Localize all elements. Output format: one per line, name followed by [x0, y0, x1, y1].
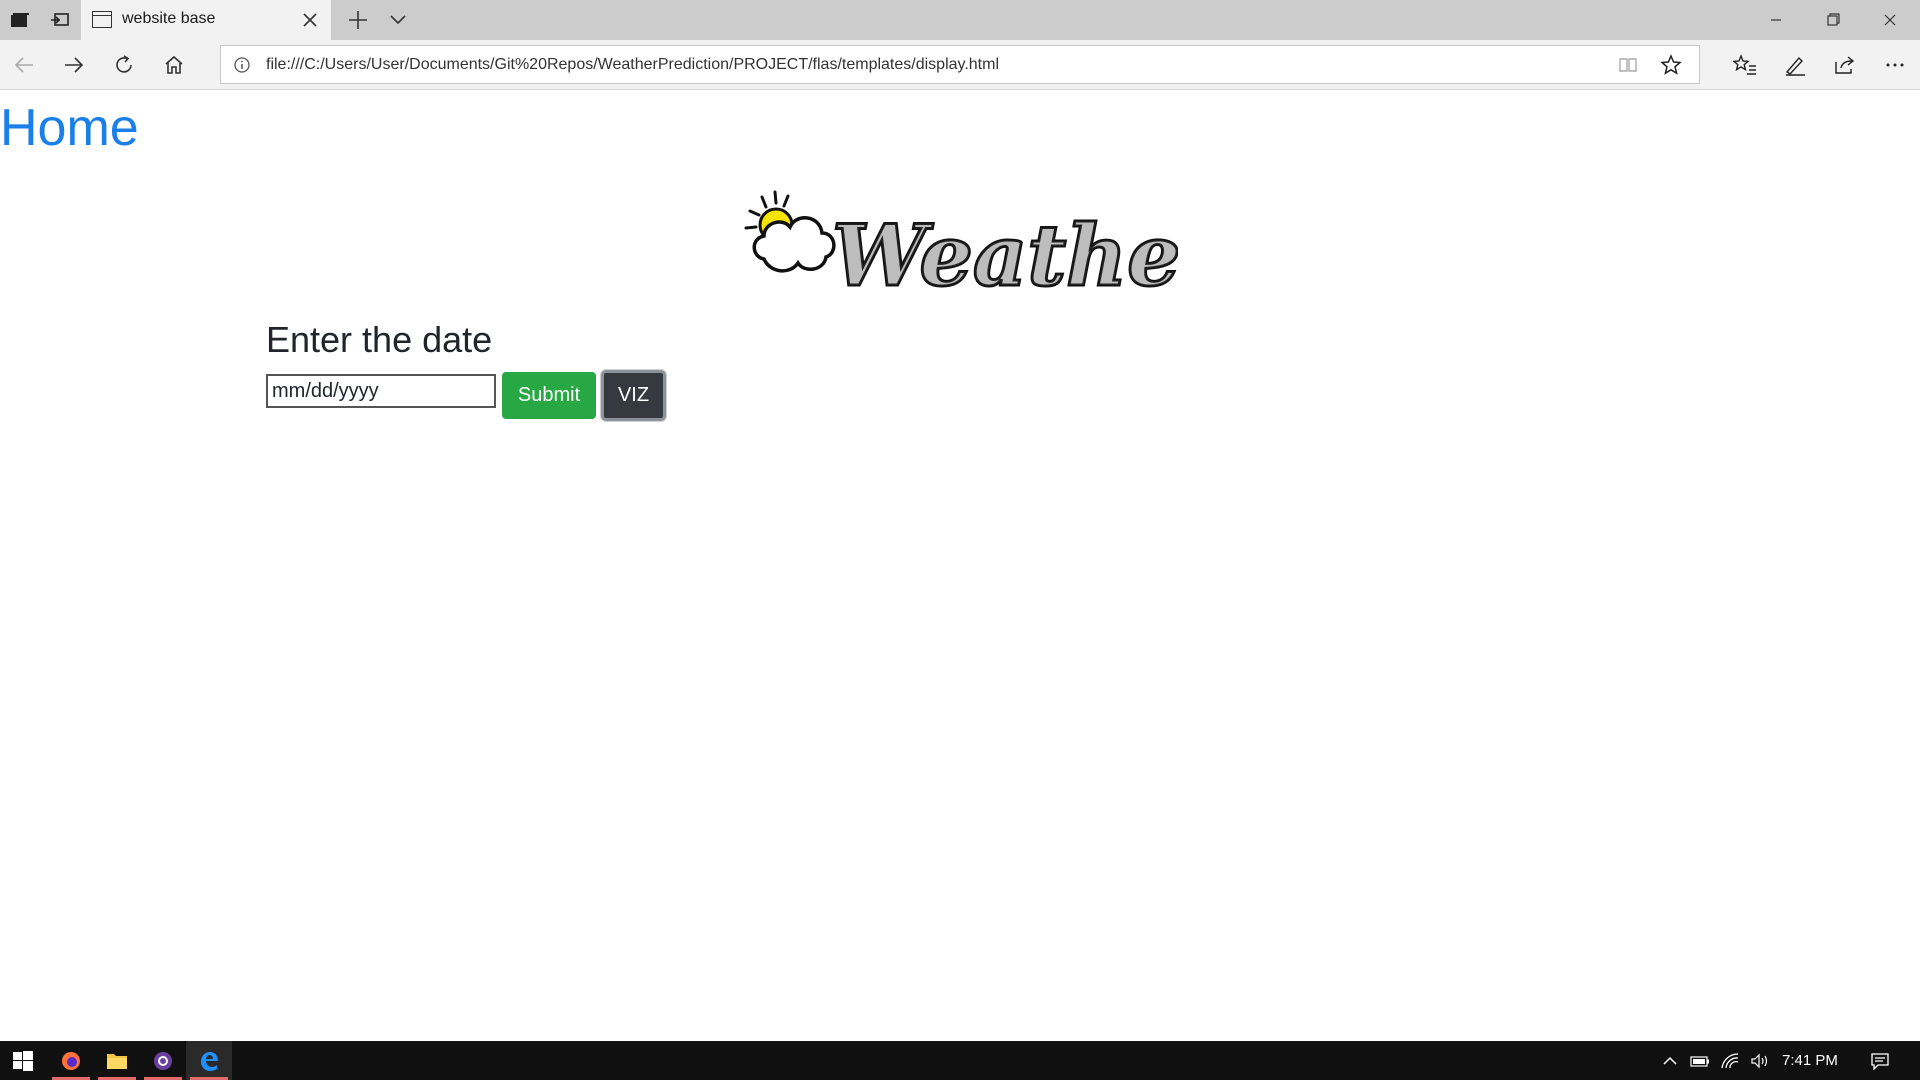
pen-icon	[1785, 56, 1805, 76]
edge-icon	[201, 1051, 218, 1071]
chevron-down-icon	[390, 15, 406, 25]
battery-indicator[interactable]	[1688, 1041, 1712, 1080]
close-icon	[303, 13, 317, 27]
weatherapp-logo: WeatherApp WeatherApp	[744, 190, 1178, 307]
reading-view-button[interactable]	[1613, 51, 1643, 79]
new-tab-button[interactable]	[338, 0, 378, 40]
browser-titlebar: website base	[0, 0, 1920, 40]
back-button[interactable]	[4, 45, 44, 85]
favorite-button[interactable]	[1656, 51, 1686, 79]
restore-icon	[1827, 13, 1840, 26]
restore-button[interactable]	[1805, 0, 1861, 40]
favorites-list-icon	[1733, 54, 1756, 75]
tabs-aside-icon	[11, 13, 29, 27]
network-indicator[interactable]	[1718, 1041, 1742, 1080]
share-button[interactable]	[1825, 45, 1865, 85]
ellipsis-icon	[1886, 63, 1904, 67]
date-prompt-heading: Enter the date	[266, 319, 493, 360]
web-note-button[interactable]	[1775, 45, 1815, 85]
tab-website-base[interactable]: website base	[81, 0, 331, 40]
start-button[interactable]	[0, 1041, 46, 1080]
windows-taskbar: 7:41 PM	[0, 1041, 1920, 1080]
wifi-icon	[1721, 1052, 1739, 1068]
url-text[interactable]: file:///C:/Users/User/Documents/Git%20Re…	[266, 56, 999, 74]
arrow-left-icon	[14, 57, 33, 73]
refresh-button[interactable]	[104, 45, 144, 85]
notification-icon	[1871, 1052, 1889, 1070]
refresh-icon	[116, 55, 132, 73]
battery-icon	[1690, 1055, 1709, 1067]
home-link[interactable]: Home	[0, 97, 139, 159]
share-icon	[1835, 56, 1855, 74]
star-icon	[1660, 54, 1682, 75]
close-window-button[interactable]	[1862, 0, 1918, 40]
tabs-restore-icon	[51, 13, 69, 26]
submit-button[interactable]: Submit	[502, 372, 596, 419]
browser-toolbar: file:///C:/Users/User/Documents/Git%20Re…	[0, 40, 1920, 90]
tab-preview-button[interactable]	[378, 0, 418, 40]
more-options-button[interactable]	[1875, 45, 1915, 85]
taskbar-media-app[interactable]	[140, 1041, 186, 1080]
taskbar-file-explorer[interactable]	[94, 1041, 140, 1080]
windows-logo-icon	[13, 1050, 33, 1071]
action-center-button[interactable]	[1864, 1041, 1896, 1080]
minimize-button[interactable]	[1748, 0, 1804, 40]
svg-text:WeatherApp: WeatherApp	[832, 206, 1178, 305]
chevron-up-icon	[1663, 1056, 1677, 1065]
tab-title: website base	[122, 10, 216, 27]
taskbar-edge[interactable]	[186, 1041, 232, 1080]
file-explorer-icon	[107, 1053, 127, 1069]
page-icon	[92, 11, 112, 28]
firefox-icon	[62, 1051, 80, 1070]
volume-indicator[interactable]	[1748, 1041, 1772, 1080]
set-aside-tabs-button[interactable]	[0, 0, 40, 40]
forward-button[interactable]	[54, 45, 94, 85]
address-bar[interactable]: file:///C:/Users/User/Documents/Git%20Re…	[220, 45, 1700, 84]
taskbar-firefox[interactable]	[48, 1041, 94, 1080]
info-icon[interactable]	[233, 56, 251, 74]
page-content: Home WeatherApp WeatherApp Enter the dat…	[0, 91, 1920, 1041]
restore-tabs-button[interactable]	[40, 0, 80, 40]
arrow-right-icon	[65, 57, 84, 73]
home-button[interactable]	[154, 45, 194, 85]
favorites-hub-button[interactable]	[1725, 45, 1765, 85]
show-hidden-icons-button[interactable]	[1658, 1041, 1682, 1080]
date-input[interactable]	[266, 374, 496, 408]
viz-button[interactable]: VIZ	[601, 370, 666, 421]
tab-close-button[interactable]	[298, 8, 322, 32]
minimize-icon	[1771, 19, 1781, 21]
close-icon	[1884, 14, 1896, 26]
plus-icon	[349, 11, 367, 29]
reading-view-icon	[1619, 58, 1637, 72]
home-icon	[165, 55, 183, 74]
media-app-icon	[154, 1051, 172, 1070]
taskbar-clock[interactable]: 7:41 PM	[1782, 1052, 1838, 1069]
speaker-icon	[1751, 1053, 1768, 1068]
